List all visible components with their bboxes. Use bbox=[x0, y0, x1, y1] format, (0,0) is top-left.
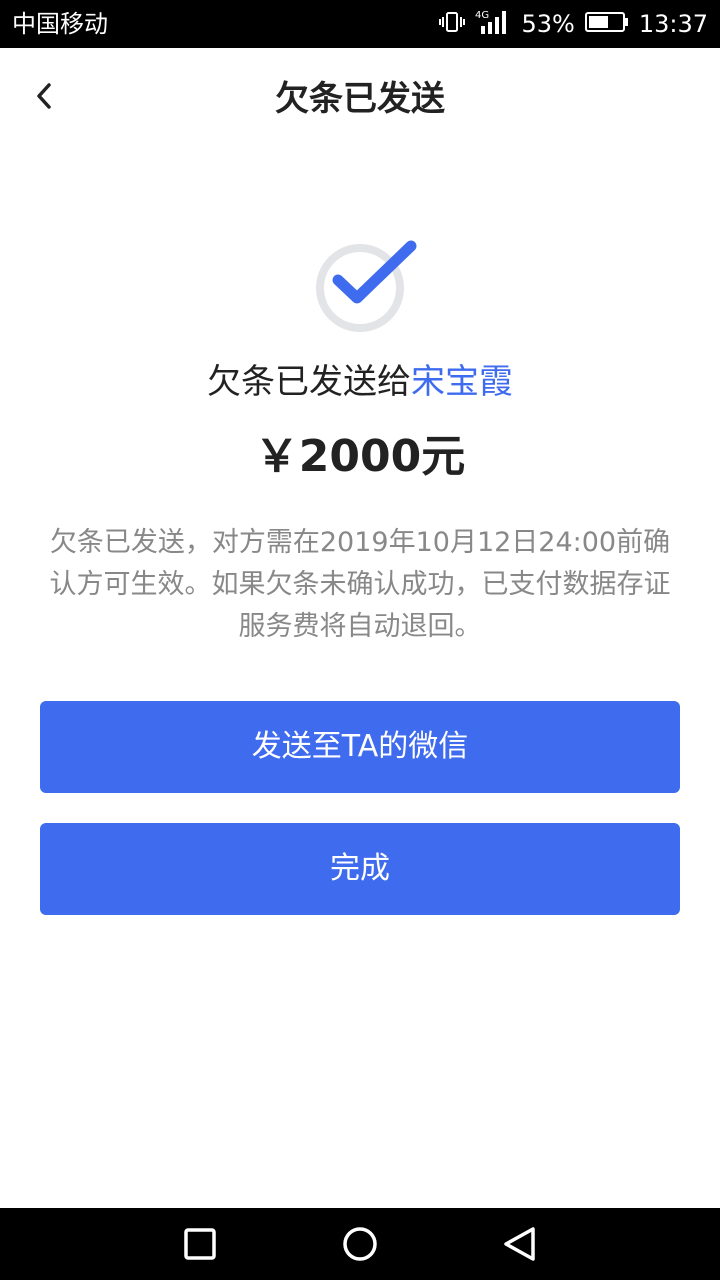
check-circle-icon bbox=[314, 240, 418, 336]
status-bar: 中国移动 4G 53% 13:37 bbox=[0, 0, 720, 48]
system-nav-bar bbox=[0, 1208, 720, 1280]
vibrate-icon bbox=[439, 10, 466, 38]
clock: 13:37 bbox=[638, 10, 708, 38]
send-to-wechat-button[interactable]: 发送至TA的微信 bbox=[40, 701, 680, 793]
home-icon[interactable] bbox=[342, 1226, 378, 1262]
network-type-label: 4G bbox=[475, 10, 489, 21]
battery-icon bbox=[584, 11, 629, 37]
header: 欠条已发送 bbox=[0, 48, 720, 152]
confirmation-notice: 欠条已发送，对方需在2019年10月12日24:00前确认方可生效。如果欠条未确… bbox=[49, 527, 671, 642]
loan-amount: ￥2000元 bbox=[254, 431, 466, 482]
back-triangle-icon[interactable] bbox=[502, 1226, 538, 1262]
sent-to-prefix: 欠条已发送给 bbox=[207, 362, 411, 402]
sent-to-text: 欠条已发送给宋宝霞 bbox=[0, 358, 720, 406]
done-button[interactable]: 完成 bbox=[40, 823, 680, 915]
signal-icon: 4G bbox=[475, 8, 511, 40]
recipient-name: 宋宝霞 bbox=[411, 362, 513, 402]
page-title: 欠条已发送 bbox=[275, 79, 445, 119]
status-indicators: 4G 53% 13:37 bbox=[439, 9, 708, 39]
battery-percent: 53% bbox=[521, 10, 575, 38]
carrier-label: 中国移动 bbox=[12, 10, 108, 38]
recent-apps-icon[interactable] bbox=[182, 1226, 218, 1262]
